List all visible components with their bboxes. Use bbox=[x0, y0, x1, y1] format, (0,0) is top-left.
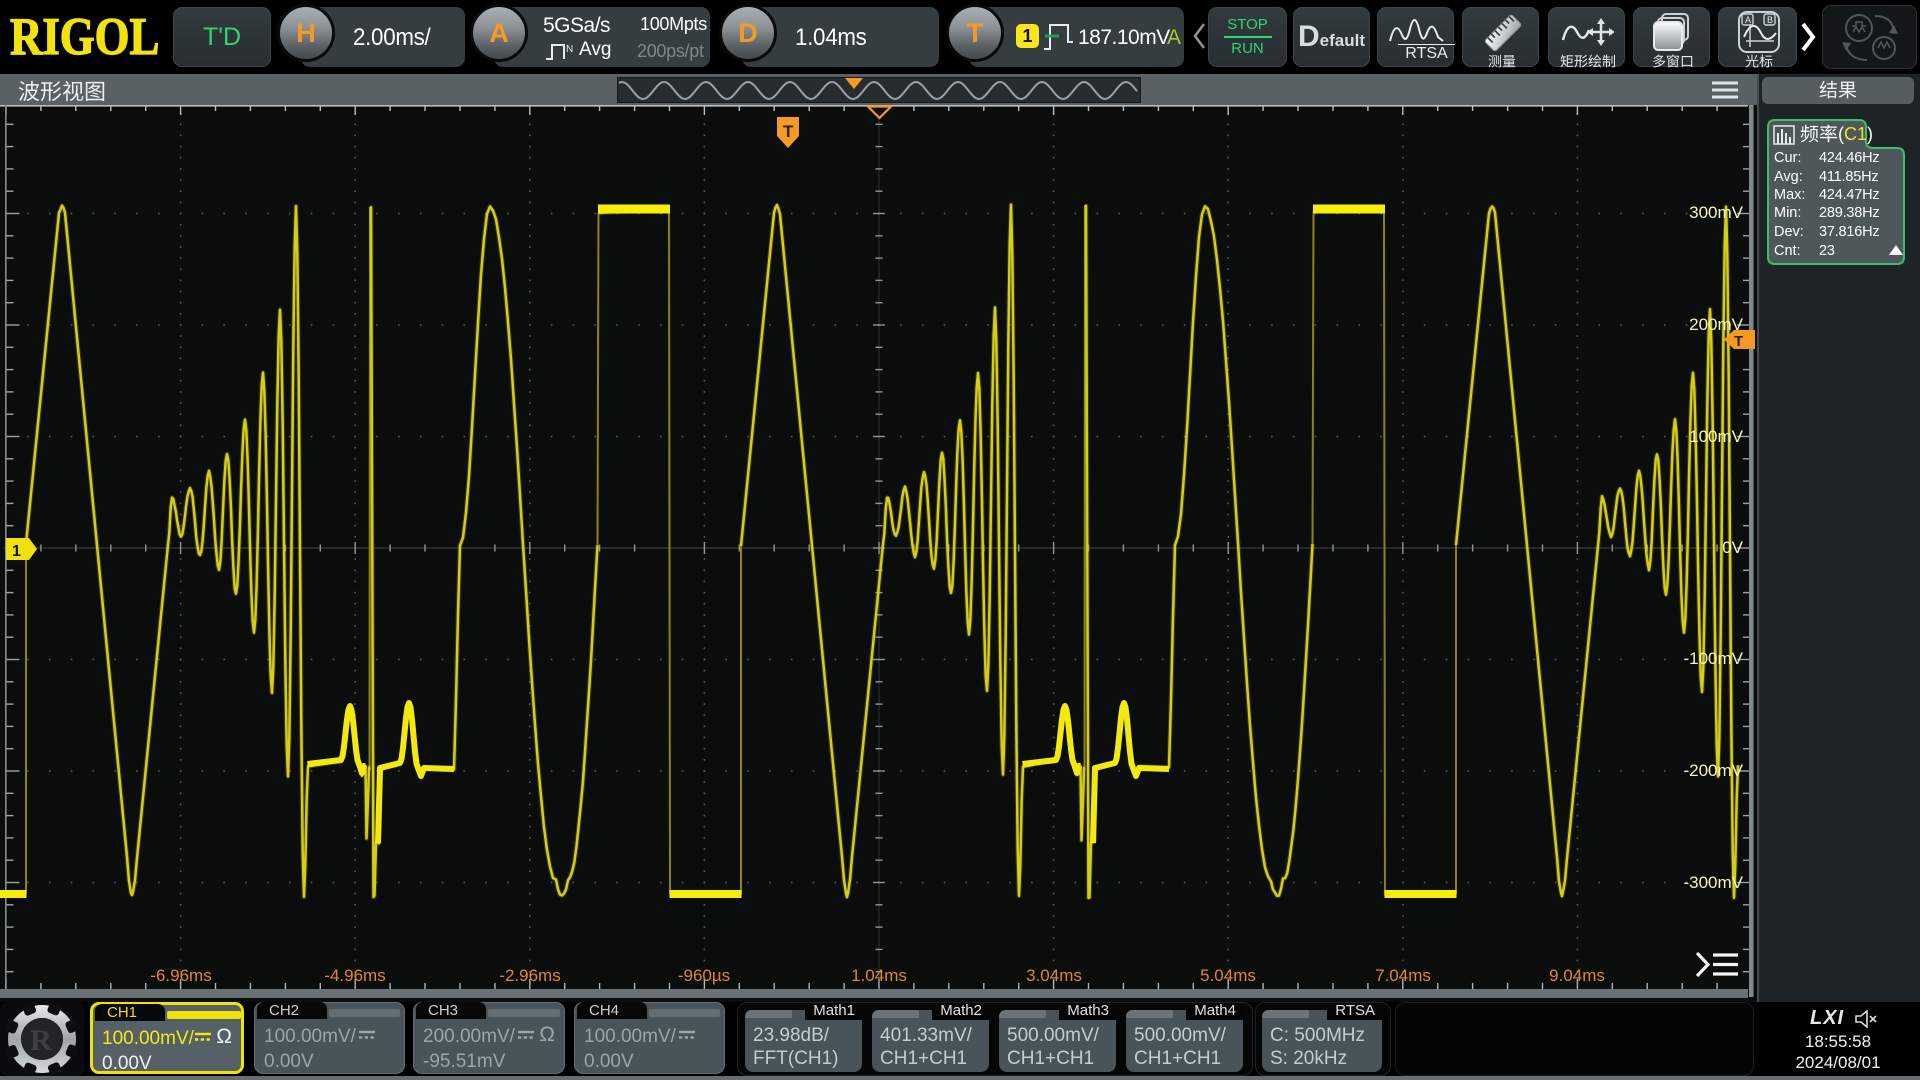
svg-text:A: A bbox=[1745, 15, 1751, 25]
svg-text:B: B bbox=[1767, 15, 1773, 25]
svg-text:1: 1 bbox=[12, 543, 21, 560]
svg-text:T: T bbox=[1734, 333, 1743, 350]
svg-text:R: R bbox=[30, 1024, 52, 1057]
svg-text:N: N bbox=[566, 44, 573, 55]
svg-text:T: T bbox=[783, 122, 794, 141]
